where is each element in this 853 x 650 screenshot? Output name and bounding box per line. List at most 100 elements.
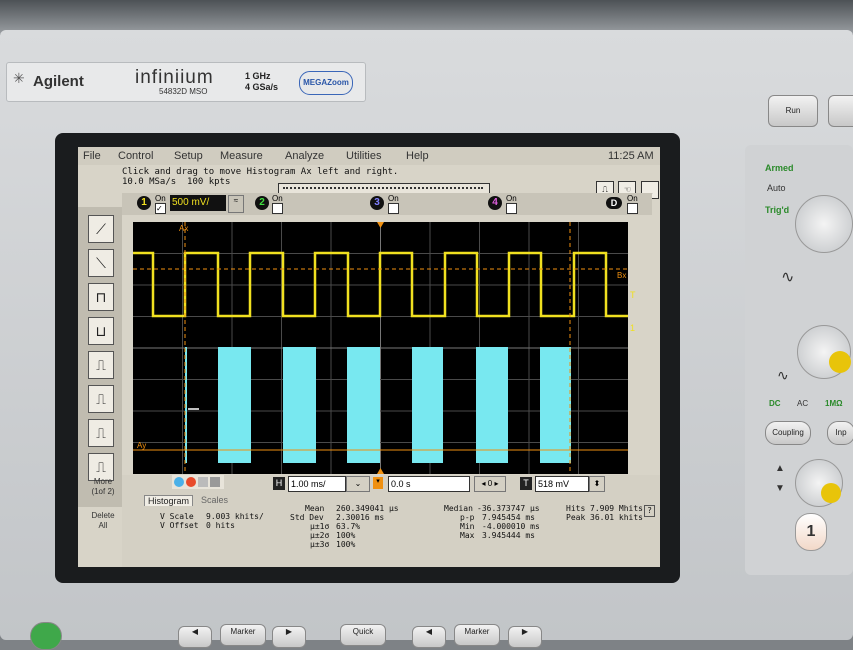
tab-scales[interactable]: Scales <box>198 495 231 505</box>
marker-ay-label: Ay <box>137 441 146 450</box>
channel-3-badge[interactable]: 3 <box>370 196 384 210</box>
power-button[interactable] <box>30 622 62 650</box>
coupling-button[interactable]: Coupling <box>765 421 811 445</box>
trigger-level-knob[interactable] <box>795 195 853 253</box>
frequency-icon[interactable]: ⎍ <box>88 385 114 413</box>
hits-value: 7.909 Mhits <box>590 504 643 513</box>
quick-button[interactable]: Quick <box>340 624 386 646</box>
channel-1-checkbox[interactable]: ✓ <box>155 203 166 214</box>
more-page: (1of 2) <box>91 487 115 496</box>
mean-label: Mean <box>305 504 325 513</box>
marker-1-button[interactable]: Marker <box>220 624 266 646</box>
menu-help[interactable]: Help <box>406 150 429 162</box>
channel-1-button[interactable]: 1 <box>795 513 827 551</box>
waveform-display[interactable]: Ax Ay Bx <box>133 222 628 474</box>
waveform-svg: Ax Ay Bx <box>133 222 628 474</box>
delete-all-button[interactable]: Delete All <box>86 511 120 531</box>
histogram-bar <box>283 347 316 463</box>
measurement-toolbar: ⟋ ⟍ ⊓ ⊔ ⎍ ⎍ ⎍ ⎍ <box>78 207 122 507</box>
menu-utilities[interactable]: Utilities <box>346 150 381 162</box>
offset-down-icon: ▼ <box>775 483 785 494</box>
trigger-level-stepper[interactable]: ⬍ <box>589 476 605 492</box>
marker2-left-arrow-button[interactable]: ◀ <box>412 626 446 648</box>
channel-1-scale[interactable]: 500 mV/ <box>170 195 226 211</box>
run-button[interactable]: Run <box>768 95 818 127</box>
tab-histogram[interactable]: Histogram <box>144 495 194 506</box>
more-label: More <box>93 477 113 486</box>
marker-right-arrow-button[interactable]: ▶ <box>272 626 306 648</box>
display-color-icon[interactable] <box>174 477 184 487</box>
histogram-bar <box>412 347 443 463</box>
digital-channel-checkbox[interactable] <box>627 203 638 214</box>
channel-2-badge[interactable]: 2 <box>255 196 269 210</box>
marker2-right-arrow-button[interactable]: ▶ <box>508 626 542 648</box>
sigma3-value: 100% <box>336 540 356 549</box>
sigma1-value: 63.7% <box>336 522 361 531</box>
period-icon[interactable]: ⎍ <box>88 351 114 379</box>
pp-label: p-p <box>460 513 475 522</box>
channel-1-badge[interactable]: 1 <box>137 196 151 210</box>
input-button[interactable]: Inp <box>827 421 853 445</box>
digital-channel-badge[interactable]: D <box>606 197 622 209</box>
bandwidth: 1 GHz <box>245 71 271 81</box>
horizontal-badge: H <box>273 477 285 490</box>
pulse-width-icon[interactable]: ⊓ <box>88 283 114 311</box>
marker-ax-label: Ax <box>179 224 188 233</box>
record-icon[interactable] <box>186 477 196 487</box>
megazoom-logo: MEGAZoom <box>299 71 353 95</box>
channel-3-on: On <box>388 194 399 203</box>
horizontal-scale-stepper[interactable]: ⌄ <box>346 476 370 492</box>
display-tools <box>172 475 224 489</box>
neg-width-icon[interactable]: ⊔ <box>88 317 114 345</box>
channel-2-checkbox[interactable] <box>272 203 283 214</box>
std-value: 2.30016 ms <box>336 513 385 522</box>
histogram-bar <box>540 347 571 463</box>
pp-value: 7.945454 ms <box>482 513 535 522</box>
vertical-wave-icon: ∿ <box>777 367 789 383</box>
marker-bx-label: Bx <box>617 271 626 280</box>
stop-button[interactable] <box>828 95 853 127</box>
impedance-indicator: 1MΩ <box>825 399 843 408</box>
menu-analyze[interactable]: Analyze <box>285 150 324 162</box>
histogram-bar <box>476 347 508 463</box>
trigger-position-icon[interactable] <box>377 222 384 228</box>
print-icon[interactable] <box>210 477 220 487</box>
duty-cycle-icon[interactable]: ⎍ <box>88 419 114 447</box>
bottom-panel: H 1.00 ms/ ⌄ ▾ 0.0 s ◂ 0 ▸ T 518 mV ⬍ Hi… <box>122 475 660 567</box>
dc-indicator: DC <box>769 399 781 408</box>
trigger-position-bottom-icon <box>377 468 384 474</box>
fall-time-icon[interactable]: ⟍ <box>88 249 114 277</box>
acq-rate: 10.0 MSa/s <box>122 177 177 187</box>
spec-block: 1 GHz 4 GSa/s <box>245 71 278 93</box>
auto-indicator: Auto <box>767 183 786 193</box>
digital-channel-on: On <box>627 194 638 203</box>
peak-value: 36.01 khits <box>590 513 643 522</box>
channel-4-checkbox[interactable] <box>506 203 517 214</box>
menu-bar: File Control Setup Measure Analyze Utili… <box>78 147 660 165</box>
menu-setup[interactable]: Setup <box>174 150 203 162</box>
help-icon[interactable]: ? <box>644 505 655 517</box>
delay-stepper[interactable]: ◂ 0 ▸ <box>474 476 506 492</box>
channel-4-on: On <box>506 194 517 203</box>
delay-field[interactable]: 0.0 s <box>388 476 470 492</box>
acq-points: 100 kpts <box>187 177 231 187</box>
model-name: infiniium <box>135 67 214 88</box>
channel-3-checkbox[interactable] <box>388 203 399 214</box>
trigger-badge: T <box>520 477 532 490</box>
horizontal-scale-field[interactable]: 1.00 ms/ <box>288 476 346 492</box>
marker-2-button[interactable]: Marker <box>454 624 500 646</box>
std-label: Std Dev <box>290 513 324 522</box>
save-icon[interactable] <box>198 477 208 487</box>
marker-left-arrow-button[interactable]: ◀ <box>178 626 212 648</box>
trigger-level-field[interactable]: 518 mV <box>535 476 589 492</box>
more-button[interactable]: More (1of 2) <box>86 477 120 497</box>
menu-measure[interactable]: Measure <box>220 150 263 162</box>
armed-indicator: Armed <box>765 163 794 173</box>
menu-file[interactable]: File <box>83 150 101 162</box>
rise-time-icon[interactable]: ⟋ <box>88 215 114 243</box>
channel-1-yellow-cap <box>829 351 851 373</box>
channel-1-spin-icon[interactable]: ≈ <box>228 195 244 213</box>
menu-control[interactable]: Control <box>118 150 153 162</box>
channel-4-badge[interactable]: 4 <box>488 196 502 210</box>
model-number: 54832D MSO <box>159 87 208 96</box>
